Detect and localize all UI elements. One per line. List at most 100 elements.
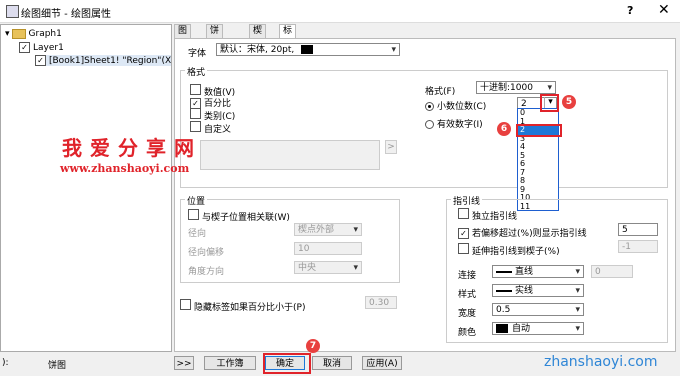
plot-tree: ▾ Graph1 ✓ Layer1 ✓ [Book1]Sheet1! "Regi… xyxy=(0,24,172,352)
apply-button[interactable]: 应用(A) xyxy=(362,356,402,370)
format-label: 格式(F) xyxy=(425,87,456,97)
check-category[interactable]: 类别(C) xyxy=(190,108,235,122)
link-wedge-option[interactable]: 与楔子位置相关联(W) xyxy=(188,209,290,223)
connect-label: 连接 xyxy=(458,271,477,281)
show-leader-input[interactable]: 5 xyxy=(618,223,658,236)
step-badge-7: 7 xyxy=(306,339,320,353)
app-icon xyxy=(6,5,19,18)
tree-item-layer[interactable]: ✓ Layer1 xyxy=(19,42,64,53)
tab-pattern[interactable]: 图案 xyxy=(174,24,192,49)
line-sample-icon xyxy=(496,270,512,273)
status-plot-type: 饼图 xyxy=(48,361,67,371)
watermark-text: 我爱分享网 xyxy=(62,136,202,160)
tab-pie-geometry[interactable]: 饼图构型 xyxy=(206,24,224,75)
tab-labels[interactable]: 标签 xyxy=(279,24,297,49)
position-group-label: 位置 xyxy=(185,194,208,207)
hide-label-checkbox[interactable] xyxy=(180,299,191,310)
hide-label-option[interactable]: 隐藏标签如果百分比小于(P) xyxy=(180,299,305,313)
extend-leader-input[interactable]: -1 xyxy=(618,240,658,253)
expand-button[interactable]: >> xyxy=(174,356,194,370)
decimal-places-option[interactable]: 小数位数(C) xyxy=(425,99,486,112)
offset-input[interactable]: 10 xyxy=(294,242,362,255)
link-wedge-label: 与楔子位置相关联(W) xyxy=(202,213,290,223)
color-swatch xyxy=(496,324,508,333)
style-value: 实线 xyxy=(515,286,534,296)
format-group: 格式 xyxy=(180,65,668,188)
color-dropdown[interactable]: 自动 xyxy=(492,322,584,335)
tree-plot-label: [Book1]Sheet1! "Region"(X xyxy=(49,55,172,66)
independent-leader-checkbox[interactable] xyxy=(458,208,469,219)
show-leader-value: 5 xyxy=(622,225,628,235)
tree-graph-label: Graph1 xyxy=(28,29,62,39)
font-color-swatch xyxy=(301,45,314,54)
show-leader-checkbox[interactable]: ✓ xyxy=(458,228,469,239)
workbook-button[interactable]: 工作簿 xyxy=(204,356,256,370)
font-dropdown[interactable]: 默认：宋体, 20pt, xyxy=(216,43,400,56)
format-dropdown[interactable]: 十进制:1000 xyxy=(476,81,556,94)
offset-label: 径向偏移 xyxy=(188,248,225,258)
extend-leader-option[interactable]: 延伸指引线到楔子(%) xyxy=(458,243,560,257)
ok-button[interactable]: 确定 xyxy=(265,356,305,370)
title-bar: 绘图细节 - 绘图属性 ? ✕ xyxy=(0,0,680,23)
layer-checkbox[interactable]: ✓ xyxy=(19,42,30,53)
custom-check-label: 自定义 xyxy=(204,125,232,135)
format-value: 十进制:1000 xyxy=(480,83,533,93)
custom-format-arrow-button[interactable]: > xyxy=(385,140,397,154)
show-leader-option[interactable]: ✓ 若偏移超过(%)则显示指引线 xyxy=(458,226,587,239)
watermark-url-corner: zhanshaoyi.com xyxy=(544,354,658,370)
offset-value: 10 xyxy=(298,244,310,254)
font-value: 默认：宋体, 20pt, xyxy=(220,45,295,55)
extend-leader-value: -1 xyxy=(622,242,631,252)
connect-dropdown[interactable]: 直线 xyxy=(492,265,584,278)
sigfig-label: 有效数字(I) xyxy=(437,120,483,130)
hide-label-text: 隐藏标签如果百分比小于(P) xyxy=(194,303,306,313)
decimal-label: 小数位数(C) xyxy=(437,102,487,112)
status-prefix: ): xyxy=(2,358,9,368)
window-title: 绘图细节 - 绘图属性 xyxy=(21,9,111,20)
color-value: 自动 xyxy=(512,324,531,334)
extend-leader-label: 延伸指引线到楔子(%) xyxy=(472,247,560,257)
tree-item-graph[interactable]: ▾ Graph1 xyxy=(5,29,62,39)
tree-layer-label: Layer1 xyxy=(33,42,64,53)
width-label: 宽度 xyxy=(458,309,477,319)
category-checkbox[interactable] xyxy=(190,108,201,119)
help-icon[interactable]: ? xyxy=(627,4,633,17)
radial-value: 楔点外部 xyxy=(298,225,335,235)
connect-number-input[interactable]: 0 xyxy=(591,265,633,278)
color-label: 颜色 xyxy=(458,328,477,338)
highlight-option-2 xyxy=(516,124,562,137)
extend-leader-checkbox[interactable] xyxy=(458,243,469,254)
plot-checkbox[interactable]: ✓ xyxy=(35,55,46,66)
independent-leader-label: 独立指引线 xyxy=(472,212,518,222)
show-leader-label: 若偏移超过(%)则显示指引线 xyxy=(472,229,587,239)
collapse-icon[interactable]: ▾ xyxy=(5,29,10,39)
angle-value: 中央 xyxy=(298,263,317,273)
watermark-url: www.zhanshaoyi.com xyxy=(60,162,190,175)
radial-dropdown[interactable]: 楔点外部 xyxy=(294,223,362,236)
sigfig-option[interactable]: 有效数字(I) xyxy=(425,117,483,130)
leader-group-label: 指引线 xyxy=(451,194,483,207)
connect-number-value: 0 xyxy=(595,267,601,277)
font-label: 字体 xyxy=(188,49,207,59)
style-dropdown[interactable]: 实线 xyxy=(492,284,584,297)
width-value: 0.5 xyxy=(496,305,511,315)
step-badge-5: 5 xyxy=(562,95,576,109)
custom-format-textbox[interactable] xyxy=(200,140,380,170)
width-dropdown[interactable]: 0.5 xyxy=(492,303,584,316)
decimal-radio[interactable] xyxy=(425,102,434,111)
tree-item-plot[interactable]: ✓ [Book1]Sheet1! "Region"(X xyxy=(35,55,172,66)
style-label: 样式 xyxy=(458,290,477,300)
sigfig-radio[interactable] xyxy=(425,120,434,129)
link-wedge-checkbox[interactable] xyxy=(188,209,199,220)
step-badge-6: 6 xyxy=(497,122,511,136)
connect-value: 直线 xyxy=(515,267,534,277)
hide-threshold-value: 0.30 xyxy=(369,298,390,308)
value-checkbox[interactable] xyxy=(190,84,201,95)
cancel-button[interactable]: 取消 xyxy=(312,356,352,370)
close-icon[interactable]: ✕ xyxy=(658,2,670,18)
independent-leader-option[interactable]: 独立指引线 xyxy=(458,208,517,222)
angle-dropdown[interactable]: 中央 xyxy=(294,261,362,274)
tab-wedge[interactable]: 楔子 xyxy=(249,24,267,49)
custom-checkbox[interactable] xyxy=(190,121,201,132)
hide-threshold-input[interactable]: 0.30 xyxy=(365,296,397,309)
